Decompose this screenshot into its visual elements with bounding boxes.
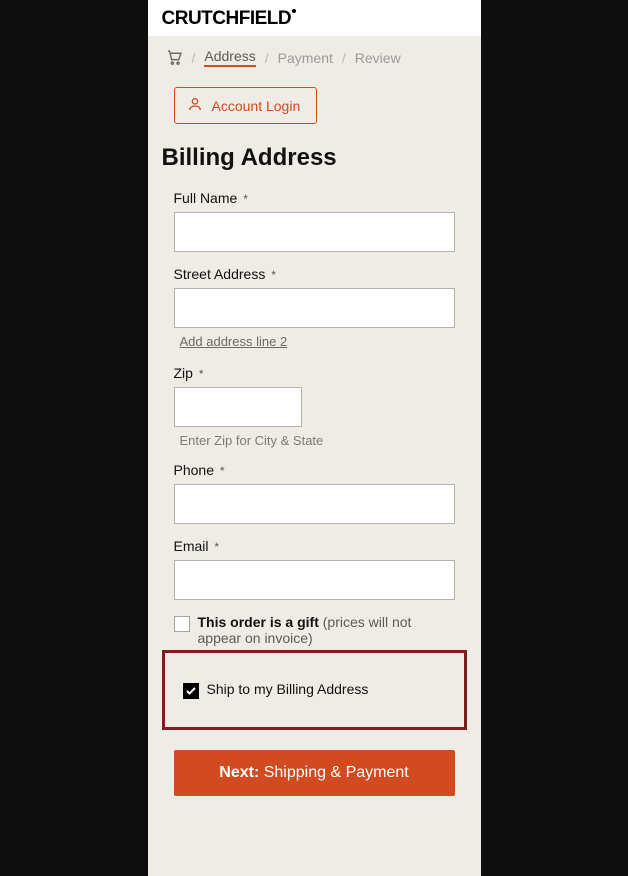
user-icon [187,96,203,115]
zip-input[interactable] [174,387,302,427]
breadcrumb-address[interactable]: Address [204,48,255,67]
full-name-label: Full Name * [174,190,455,206]
email-field: Email * [174,538,455,600]
gift-checkbox[interactable] [174,616,190,632]
phone-input[interactable] [174,484,455,524]
brand-logo: CRUTCHFIELD [162,8,297,29]
add-address-line-2[interactable]: Add address line 2 [174,334,288,349]
header: CRUTCHFIELD [148,0,481,36]
account-login-button[interactable]: Account Login [174,87,318,124]
content: Account Login Billing Address Full Name … [148,77,481,826]
page-title: Billing Address [162,144,467,172]
full-name-input[interactable] [174,212,455,252]
email-input[interactable] [174,560,455,600]
breadcrumb-sep: / [265,50,269,66]
cart-icon[interactable] [166,49,183,66]
gift-label: This order is a gift (prices will not ap… [198,614,455,646]
zip-field: Zip * Enter Zip for City & State [174,365,455,448]
email-label: Email * [174,538,455,554]
phone-label: Phone * [174,462,455,478]
phone-field: Phone * [174,462,455,524]
breadcrumb: / Address / Payment / Review [148,36,481,77]
ship-to-billing-checkbox[interactable] [183,683,199,699]
account-login-label: Account Login [212,98,301,114]
checkout-page: CRUTCHFIELD / Address / Payment / Review [148,0,481,876]
breadcrumb-review[interactable]: Review [355,50,401,66]
street-field: Street Address * Add address line 2 [174,266,455,351]
ship-to-billing-label: Ship to my Billing Address [207,681,369,697]
next-button[interactable]: Next: Shipping & Payment [174,750,455,796]
ship-to-billing-row: Ship to my Billing Address [183,681,452,699]
breadcrumb-payment[interactable]: Payment [278,50,333,66]
full-name-field: Full Name * [174,190,455,252]
breadcrumb-sep: / [192,50,196,66]
zip-help-text: Enter Zip for City & State [174,433,455,448]
ship-to-billing-highlight: Ship to my Billing Address [162,650,467,730]
street-input[interactable] [174,288,455,328]
breadcrumb-sep: / [342,50,346,66]
street-label: Street Address * [174,266,455,282]
zip-label: Zip * [174,365,455,381]
gift-checkbox-row: This order is a gift (prices will not ap… [174,614,455,646]
